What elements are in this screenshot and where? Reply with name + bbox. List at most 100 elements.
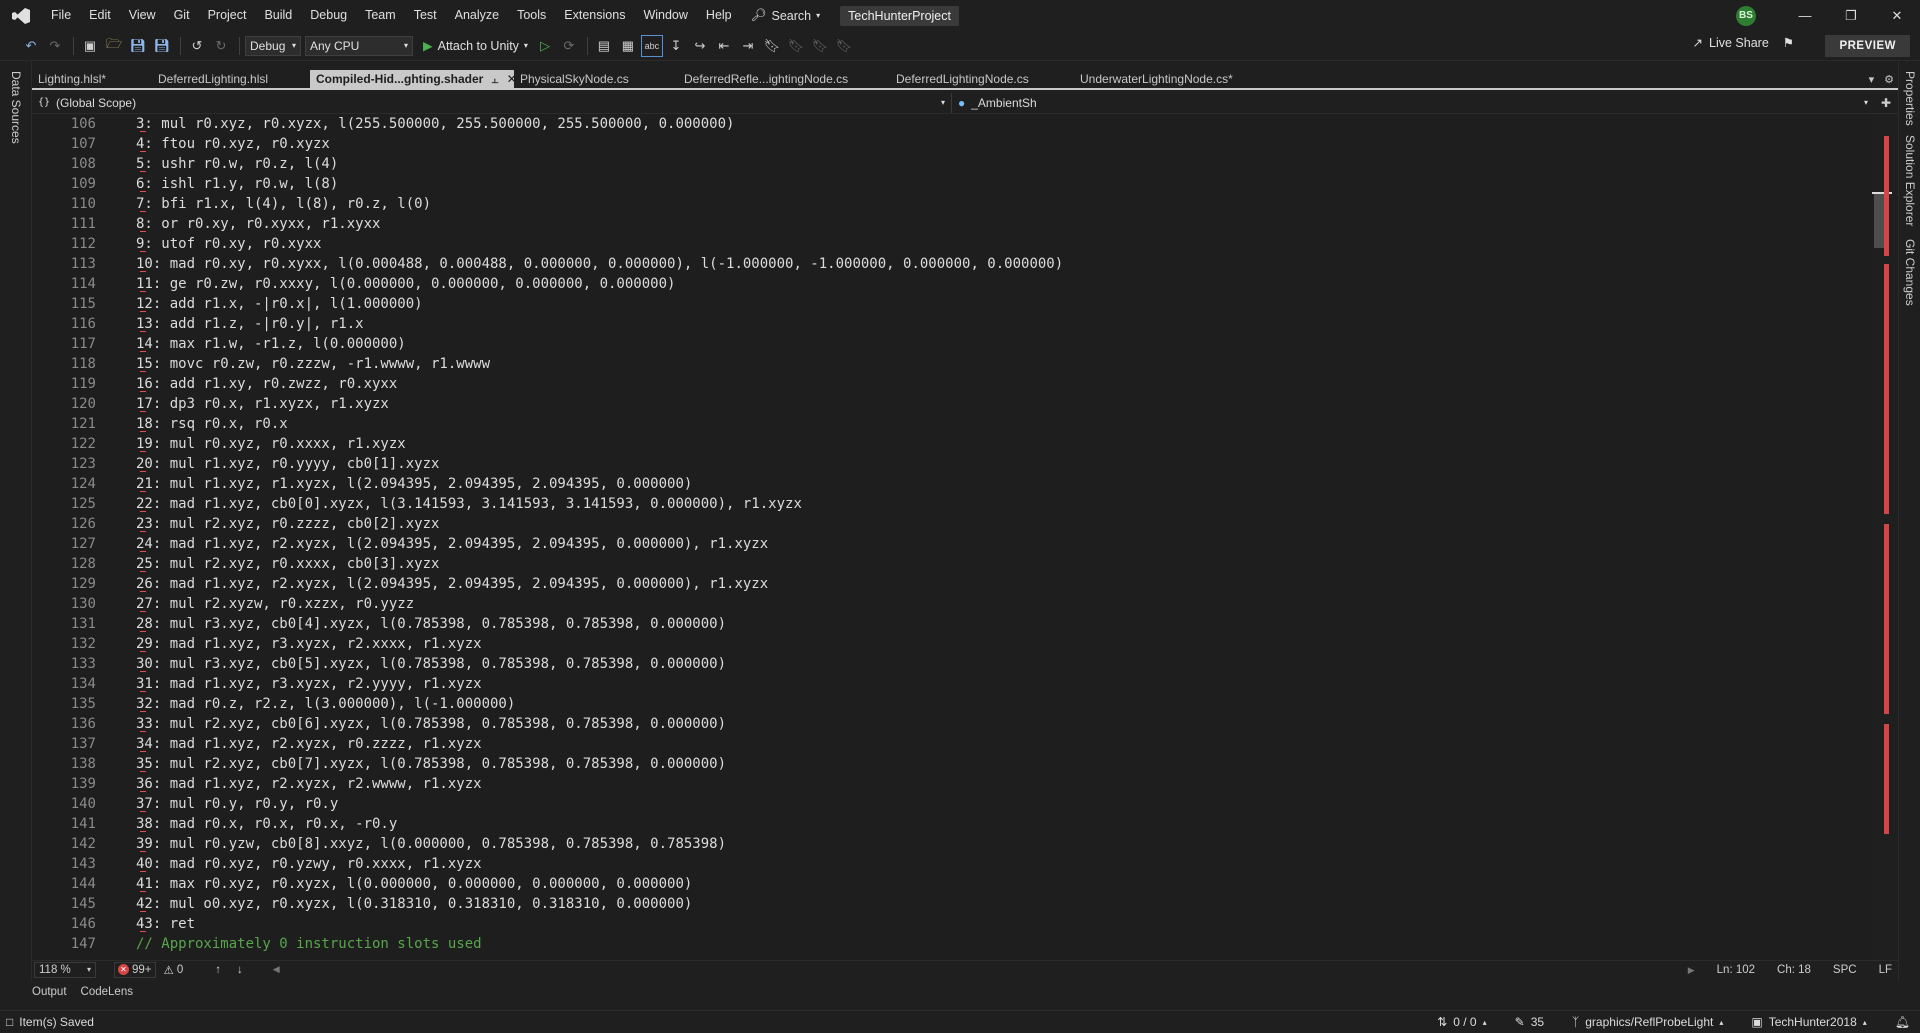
- line-number[interactable]: 131: [32, 614, 96, 634]
- line-number[interactable]: 128: [32, 554, 96, 574]
- line-number[interactable]: 115: [32, 294, 96, 314]
- previous-bookmark-icon[interactable]: 🔖︎: [785, 35, 807, 57]
- redo-icon[interactable]: ↻: [210, 35, 232, 57]
- document-tab[interactable]: Lighting.hlsl*: [32, 70, 152, 88]
- code-editor[interactable]: 106 3: mul r0.xyz, r0.xyzx, l(255.500000,…: [32, 114, 1872, 960]
- line-number[interactable]: 112: [32, 234, 96, 254]
- menu-item[interactable]: Project: [199, 0, 256, 31]
- notifications-bell-icon[interactable]: 🔔︎: [1895, 1015, 1910, 1029]
- line-number[interactable]: 114: [32, 274, 96, 294]
- line-number[interactable]: 141: [32, 814, 96, 834]
- outdent-icon[interactable]: ⇤: [713, 35, 735, 57]
- line-number[interactable]: 139: [32, 774, 96, 794]
- next-bookmark-icon[interactable]: 🔖︎: [809, 35, 831, 57]
- menu-item[interactable]: File: [42, 0, 80, 31]
- spell-check-icon[interactable]: abc: [640, 34, 663, 57]
- menu-item[interactable]: View: [120, 0, 165, 31]
- line-number[interactable]: 146: [32, 914, 96, 934]
- line-number[interactable]: 142: [32, 834, 96, 854]
- open-folder-icon[interactable]: 🗁︎: [103, 35, 125, 57]
- layout-icon[interactable]: ▦: [617, 35, 639, 57]
- line-number[interactable]: 107: [32, 134, 96, 154]
- properties-tab[interactable]: Properties: [1903, 71, 1917, 126]
- indent-icon[interactable]: ⇥: [737, 35, 759, 57]
- preview-button[interactable]: PREVIEW: [1825, 35, 1910, 57]
- platform-dropdown[interactable]: Any CPU ▾: [305, 35, 413, 56]
- pin-icon[interactable]: ⫠: [491, 72, 498, 87]
- error-count-badge[interactable]: ✕ 99+: [114, 961, 156, 978]
- line-number[interactable]: 119: [32, 374, 96, 394]
- scroll-right-icon[interactable]: ▶: [1688, 965, 1695, 976]
- line-number[interactable]: 130: [32, 594, 96, 614]
- scrollbar-thumb[interactable]: [1874, 192, 1884, 248]
- configuration-dropdown[interactable]: Debug ▾: [245, 35, 301, 56]
- attach-to-unity-button[interactable]: ▶ Attach to Unity ▾: [417, 38, 534, 54]
- git-changes-tab[interactable]: Git Changes: [1903, 239, 1917, 306]
- menu-item[interactable]: Analyze: [446, 0, 508, 31]
- line-number[interactable]: 113: [32, 254, 96, 274]
- line-number[interactable]: 124: [32, 474, 96, 494]
- line-number[interactable]: 135: [32, 694, 96, 714]
- branch-status[interactable]: ᛉ graphics/ReflProbeLight ▴: [1572, 1015, 1723, 1029]
- line-number[interactable]: 117: [32, 334, 96, 354]
- line-number[interactable]: 144: [32, 874, 96, 894]
- menu-item[interactable]: Build: [255, 0, 301, 31]
- line-number[interactable]: 138: [32, 754, 96, 774]
- menu-item[interactable]: Team: [356, 0, 405, 31]
- spacing-mode[interactable]: SPC: [1833, 964, 1857, 976]
- line-ending[interactable]: LF: [1879, 964, 1892, 976]
- save-all-icon[interactable]: 💾︎: [151, 35, 173, 57]
- repository-status[interactable]: ▣ TechHunter2018 ▴: [1751, 1015, 1866, 1029]
- split-editor-icon[interactable]: ✚: [1874, 96, 1898, 110]
- document-tab[interactable]: UnderwaterLightingNode.cs*: [1074, 70, 1244, 88]
- document-tab[interactable]: DeferredLighting.hlsl: [152, 70, 310, 88]
- scroll-left-icon[interactable]: ◀: [273, 964, 280, 975]
- menu-item[interactable]: Help: [697, 0, 741, 31]
- avatar[interactable]: BS: [1736, 5, 1756, 26]
- start-without-debugging-icon[interactable]: ▷: [534, 35, 556, 57]
- vertical-scrollbar[interactable]: [1872, 114, 1898, 960]
- line-number[interactable]: 126: [32, 514, 96, 534]
- step-into-icon[interactable]: ↧: [665, 35, 687, 57]
- line-number[interactable]: 129: [32, 574, 96, 594]
- char-number[interactable]: Ch: 18: [1777, 964, 1811, 976]
- menu-item[interactable]: Tools: [508, 0, 555, 31]
- line-number[interactable]: 133: [32, 654, 96, 674]
- close-window-button[interactable]: ✕: [1874, 0, 1920, 31]
- clear-bookmarks-icon[interactable]: 🔖︎: [833, 35, 855, 57]
- hot-reload-icon[interactable]: ⟳: [558, 35, 580, 57]
- line-number[interactable]: 134: [32, 674, 96, 694]
- line-number[interactable]: 116: [32, 314, 96, 334]
- line-number[interactable]: 108: [32, 154, 96, 174]
- zoom-dropdown[interactable]: 118 % ▾: [34, 961, 96, 978]
- document-tab[interactable]: DeferredRefle...ightingNode.cs: [678, 70, 890, 88]
- line-number[interactable]: 122: [32, 434, 96, 454]
- line-number[interactable]: 136: [32, 714, 96, 734]
- menu-item[interactable]: Edit: [80, 0, 120, 31]
- menu-item[interactable]: Window: [634, 0, 696, 31]
- menu-item[interactable]: Extensions: [555, 0, 634, 31]
- line-number[interactable]: Ln: 102: [1717, 964, 1755, 976]
- line-number[interactable]: 106: [32, 114, 96, 134]
- line-number[interactable]: 125: [32, 494, 96, 514]
- line-number[interactable]: 110: [32, 194, 96, 214]
- menu-item[interactable]: Git: [165, 0, 199, 31]
- close-icon[interactable]: ✕: [507, 72, 514, 86]
- line-number[interactable]: 147: [32, 934, 96, 954]
- document-tab[interactable]: Compiled-Hid...ghting.shader ⫠ ✕: [310, 70, 514, 88]
- gear-icon[interactable]: ⚙: [1884, 73, 1894, 86]
- minimize-button[interactable]: —: [1782, 0, 1828, 31]
- visual-studio-logo-icon[interactable]: [10, 6, 32, 26]
- tab-list-dropdown-icon[interactable]: ▾: [1869, 73, 1875, 86]
- pending-changes-status[interactable]: ✎ 35: [1515, 1015, 1544, 1029]
- next-issue-icon[interactable]: ↓: [237, 964, 243, 976]
- warning-count-badge[interactable]: ⚠ 0: [164, 963, 184, 977]
- restore-button[interactable]: ❐: [1828, 0, 1874, 31]
- save-icon[interactable]: 💾︎: [127, 35, 149, 57]
- document-tab[interactable]: PhysicalSkyNode.cs: [514, 70, 678, 88]
- line-number[interactable]: 111: [32, 214, 96, 234]
- document-tab[interactable]: DeferredLightingNode.cs: [890, 70, 1074, 88]
- line-number[interactable]: 120: [32, 394, 96, 414]
- new-project-icon[interactable]: ▣: [79, 35, 101, 57]
- line-number[interactable]: 140: [32, 794, 96, 814]
